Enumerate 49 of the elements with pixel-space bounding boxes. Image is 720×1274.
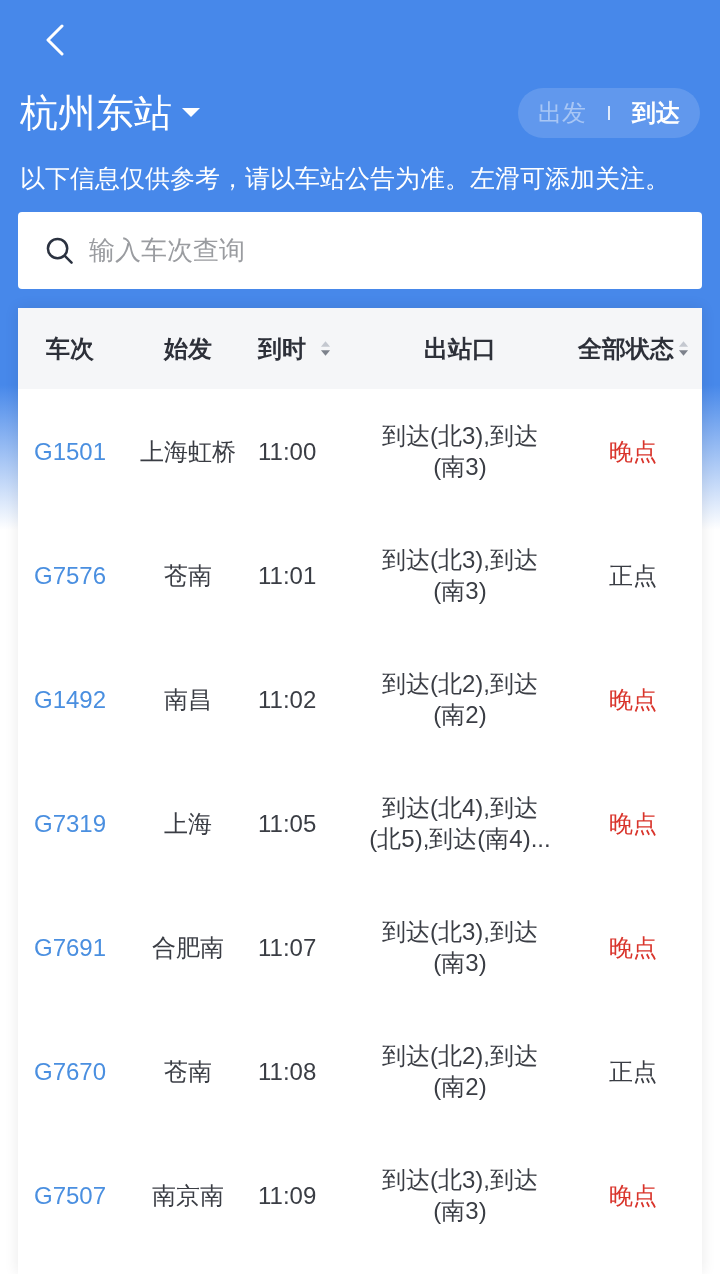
- train-number[interactable]: G7576: [33, 559, 107, 591]
- column-header: 车次: [46, 333, 94, 364]
- exit-gate: 到达(北3),到达(南3): [381, 545, 539, 606]
- sort-icon[interactable]: [677, 340, 689, 357]
- chevron-left-icon: [44, 24, 64, 56]
- column-header[interactable]: 到时: [258, 332, 306, 365]
- notice-text: 以下信息仅供参考，请以车站公告为准。左滑可添加关注。: [19, 164, 671, 192]
- exit-gate: 到达(北2),到达(南2): [381, 669, 539, 730]
- train-number[interactable]: G7691: [33, 931, 107, 963]
- search-icon: [46, 237, 73, 264]
- arrival-time: 11:02: [258, 684, 317, 715]
- exit-gate: 到达(北3),到达(南3): [381, 917, 539, 978]
- search-field[interactable]: 输入车次查询: [18, 212, 702, 289]
- arrival-time: 11:01: [258, 560, 317, 591]
- origin-station: 合肥南: [152, 932, 224, 963]
- arrival-time: 11:00: [258, 436, 317, 467]
- train-number[interactable]: G1501: [33, 435, 107, 467]
- mode-tab[interactable]: 到达: [632, 98, 680, 128]
- train-number[interactable]: G7507: [33, 1179, 107, 1211]
- column-header[interactable]: 全部状态: [577, 332, 674, 365]
- train-status: 正点: [609, 560, 657, 591]
- train-number[interactable]: G7319: [33, 807, 107, 839]
- column-header: 始发: [164, 333, 212, 364]
- train-status: 晚点: [609, 684, 657, 715]
- train-status: 晚点: [609, 1180, 657, 1211]
- train-status: 晚点: [609, 808, 657, 839]
- arrival-time: 11:09: [258, 1180, 317, 1211]
- train-number[interactable]: G1492: [33, 683, 107, 715]
- origin-station: 苍南: [164, 1056, 212, 1087]
- column-header: 出站口: [424, 333, 496, 364]
- train-status: 正点: [609, 1056, 657, 1087]
- exit-gate: 到达(北3),到达(南3): [381, 421, 539, 482]
- origin-station: 南京南: [152, 1180, 224, 1211]
- train-status: 晚点: [609, 932, 657, 963]
- exit-gate: 到达(北4),到达(北5),到达(南4)...: [368, 793, 552, 854]
- origin-station: 南昌: [164, 684, 212, 715]
- arrival-time: 11:07: [258, 932, 317, 963]
- train-status: 晚点: [609, 436, 657, 467]
- arrival-time: 11:08: [258, 1056, 317, 1087]
- origin-station: 苍南: [164, 560, 212, 591]
- station-name[interactable]: 杭州东站: [20, 90, 172, 136]
- exit-gate: 到达(北2),到达(南2): [381, 1041, 539, 1102]
- origin-station: 上海: [164, 808, 212, 839]
- origin-station: 上海虹桥: [140, 436, 236, 467]
- arrival-time: 11:05: [258, 808, 317, 839]
- sort-icon[interactable]: [320, 340, 331, 357]
- train-number[interactable]: G7670: [33, 1055, 107, 1087]
- exit-gate: 到达(北3),到达(南3): [381, 1165, 539, 1226]
- dropdown-caret-icon[interactable]: [182, 108, 200, 118]
